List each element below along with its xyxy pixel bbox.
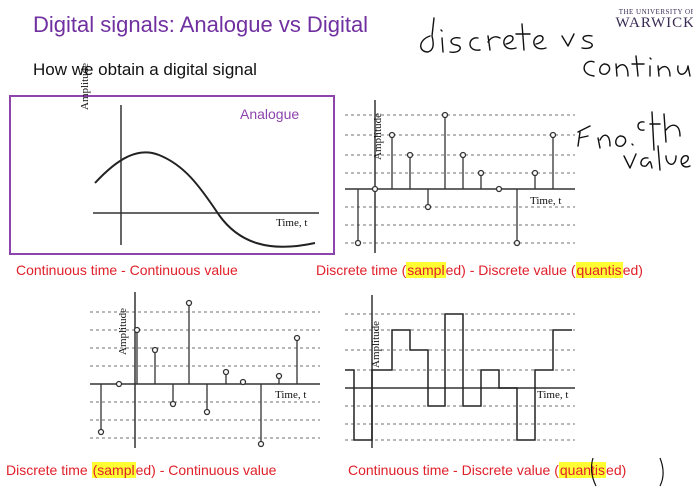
panel4-ylabel: Amplitude xyxy=(370,320,382,368)
university-logo: THE UNIVERSITY OF WARWICK xyxy=(603,8,693,38)
caption-analogue: Continuous time - Continuous value xyxy=(16,262,238,278)
panel3-ylabel: Amplitude xyxy=(117,307,129,355)
caption-sampled-continuous: Discrete time (sampled) - Continuous val… xyxy=(6,462,277,478)
analogue-plot xyxy=(93,105,319,248)
slide-subtitle: How we obtain a digital signal xyxy=(33,60,257,79)
caption-sampled-quantised: Discrete time (sampled) - Discrete value… xyxy=(316,262,643,278)
continuous-quantised-plot xyxy=(345,295,575,448)
panel2-xlabel: Time, t xyxy=(530,195,562,207)
panel3-xlabel: Time, t xyxy=(275,389,307,401)
caption-continuous-quantised: Continuous time - Discrete value (quanti… xyxy=(348,462,627,478)
sample-stems xyxy=(354,111,557,247)
analogue-waveform xyxy=(94,151,316,248)
analogue-xlabel: Time, t xyxy=(276,217,308,229)
annotation-finite-values xyxy=(577,111,691,171)
panel4-xlabel: Time, t xyxy=(537,389,569,401)
slide-title: Digital signals: Analogue vs Digital xyxy=(33,12,369,37)
logo-name: WARWICK xyxy=(615,15,693,31)
analogue-ylabel: Amplitude xyxy=(79,62,91,110)
panel2-ylabel: Amplitude xyxy=(372,112,384,160)
